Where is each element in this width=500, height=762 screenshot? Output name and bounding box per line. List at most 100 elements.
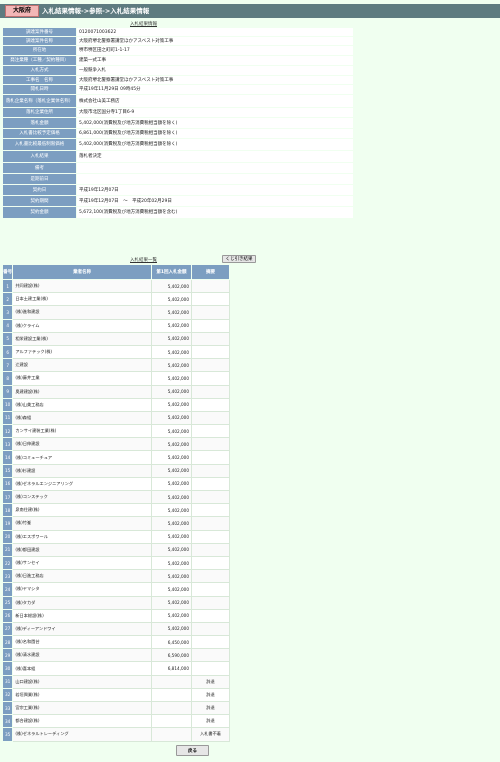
bidder-number: 26 <box>1 608 14 623</box>
breadcrumb: 入札結果情報->参照->入札結果情報 <box>42 7 150 15</box>
bidder-name: カンサイ建装工業(株) <box>12 424 152 439</box>
bidder-number: 30 <box>1 661 14 676</box>
table-row: 11 (株)森組 5,402,000 <box>1 410 230 426</box>
table-row: 30 (株)喜本組 6,814,000 <box>1 661 230 676</box>
header-bar: 大阪府 入札結果情報->参照->入札結果情報 <box>0 4 500 18</box>
bid-note: 辞退 <box>191 700 230 716</box>
detail-label: 契約金額 <box>2 206 77 219</box>
detail-row: 落札企業住所 大阪市北区国分寺1丁目6-9 <box>2 107 354 118</box>
detail-value: 大阪府堺北警察署講堂ほかアスベスト対策工事 <box>76 36 354 46</box>
bidder-name: (株)都田建設 <box>12 542 152 557</box>
bid-amount: 5,402,000 <box>151 555 192 571</box>
detail-value: 5,402,000(消費税及び地方消費税相当額を除く) <box>76 117 354 129</box>
bid-note <box>191 437 230 452</box>
bid-amount: 5,402,000 <box>151 278 192 294</box>
detail-row: 開札日時 平成19年11月29日 09時45分 <box>2 84 354 95</box>
bidder-number: 11 <box>1 410 14 426</box>
bid-note <box>191 516 230 531</box>
detail-value: 5,672,100(消費税及び地方消費税相当額を含む) <box>76 206 354 219</box>
bid-amount: 5,402,000 <box>151 331 192 346</box>
bid-amount: 6,814,000 <box>151 661 192 676</box>
back-button[interactable]: 戻る <box>176 745 209 756</box>
bid-note <box>191 384 230 399</box>
bid-note: 辞退 <box>191 714 230 729</box>
bid-amount: 5,402,000 <box>151 621 192 637</box>
bid-note <box>191 648 230 663</box>
bidder-name: (株)藤井工業 <box>12 371 152 386</box>
bidder-number: 4 <box>1 318 14 333</box>
bidder-number: 10 <box>1 397 14 412</box>
detail-row: 入札書比較最低制限価格 5,402,000(消費税及び地方消費税相当額を除く) <box>2 138 354 151</box>
detail-value: 6,861,000(消費税及び地方消費税相当額を除く) <box>76 128 354 139</box>
detail-row: 契約期間 平成19年12月07日 ～ 平成20年02月29日 <box>2 195 354 207</box>
bidder-name: (株)ヤマシタ <box>12 582 152 597</box>
bid-note <box>191 292 230 307</box>
bidder-number: 28 <box>1 635 14 650</box>
bid-note <box>191 569 230 584</box>
lottery-result-button[interactable]: くじ引き結果 <box>222 255 256 263</box>
bid-amount: 6,590,000 <box>151 648 192 663</box>
table-row: 9 奥建建設(株) 5,402,000 <box>1 384 230 399</box>
bidder-number: 35 <box>1 727 14 742</box>
bidder-number: 12 <box>1 424 14 439</box>
table-row: 4 (株)クライム 5,402,000 <box>1 318 230 333</box>
bidder-name: 泉南住建(株) <box>12 503 152 518</box>
bid-note <box>191 661 230 676</box>
bidder-name: 共同建設(株) <box>12 278 152 294</box>
table-row: 34 都合建設(株) 辞退 <box>1 714 230 729</box>
bidder-number: 8 <box>1 371 14 386</box>
osaka-prefecture-logo: 大阪府 <box>5 5 39 17</box>
table-row: 17 (株)コンステック 5,402,000 <box>1 489 230 505</box>
detail-value: 平成19年11月29日 09時45分 <box>76 84 354 95</box>
bidder-name: 日本土建工業(株) <box>12 292 152 307</box>
bid-amount: 5,402,000 <box>151 305 192 320</box>
table-row: 29 (株)清水建設 6,590,000 <box>1 648 230 663</box>
bidder-number: 22 <box>1 555 14 571</box>
bidder-name: (株)ゼネラルエンジニアリング <box>12 476 152 492</box>
bidder-name: (株)山美工務店 <box>12 397 152 412</box>
bidder-name: (株)日伸建設 <box>12 437 152 452</box>
table-row: 26 新日本総設(株) 5,402,000 <box>1 608 230 623</box>
detail-row: 調達案件番号 0120071003622 <box>2 27 354 37</box>
detail-value: 建築一式工事 <box>76 55 354 66</box>
bidder-name: 宮宗工業(株) <box>12 700 152 716</box>
bidder-number: 27 <box>1 621 14 637</box>
detail-label: 調達案件番号 <box>2 27 77 37</box>
detail-row: 契約日 平成19年12月07日 <box>2 184 354 196</box>
bid-amount: 5,402,000 <box>151 595 192 610</box>
table-row: 32 若垣興業(株) 辞退 <box>1 687 230 703</box>
detail-label: 入札書比較最低制限価格 <box>2 138 77 151</box>
table-row: 10 (株)山美工務店 5,402,000 <box>1 397 230 412</box>
bidder-number: 32 <box>1 687 14 703</box>
bidder-name: (株)竹峯 <box>12 516 152 531</box>
detail-value: 大阪市北区国分寺1丁目6-9 <box>76 107 354 118</box>
bidder-name: (株)ゼネラルトレーディング <box>12 727 152 742</box>
bid-note <box>191 344 230 360</box>
bidder-name: (株)クライム <box>12 318 152 333</box>
bidder-name: (株)清水建設 <box>12 648 152 663</box>
detail-value: 5,402,000(消費税及び地方消費税相当額を除く) <box>76 138 354 151</box>
bid-note <box>191 489 230 505</box>
detail-row: 落札金額 5,402,000(消費税及び地方消費税相当額を除く) <box>2 117 354 129</box>
table-row: 25 (株)タカダ 5,402,000 <box>1 595 230 610</box>
table-row: 19 (株)竹峯 5,402,000 <box>1 516 230 531</box>
table-row: 18 泉南住建(株) 5,402,000 <box>1 503 230 518</box>
bidder-number: 14 <box>1 450 14 465</box>
detail-value: 平成19年12月07日 ～ 平成20年02月29日 <box>76 195 354 207</box>
bidder-name: (株)日進工務店 <box>12 569 152 584</box>
bid-amount: 5,402,000 <box>151 410 192 426</box>
bidder-number: 19 <box>1 516 14 531</box>
detail-row: 是期前日 <box>2 173 354 185</box>
bid-amount: 5,402,000 <box>151 292 192 307</box>
bidder-name: 若垣興業(株) <box>12 687 152 703</box>
bid-note <box>191 503 230 518</box>
bidder-name: (株)タカダ <box>12 595 152 610</box>
bidder-name: (株)サンセイ <box>12 555 152 571</box>
detail-row: 所在地 堺市堺区田之町町1-1-17 <box>2 45 354 56</box>
bid-note <box>191 371 230 386</box>
detail-value <box>76 173 354 185</box>
bid-note <box>191 410 230 426</box>
bid-note <box>191 555 230 571</box>
bidder-name: (株)進和建設 <box>12 305 152 320</box>
bid-note <box>191 331 230 346</box>
